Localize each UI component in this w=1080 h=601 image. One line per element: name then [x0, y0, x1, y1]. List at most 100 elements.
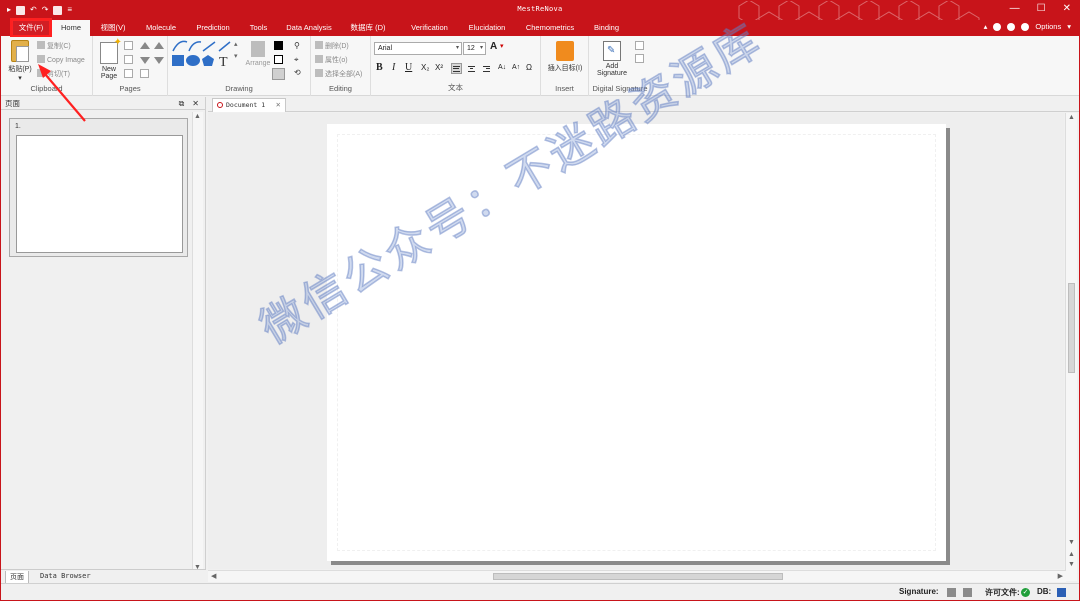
verify-signature-icon[interactable] [635, 41, 644, 50]
bold-button[interactable]: B [376, 62, 383, 73]
tab-database[interactable]: 数据库 (D) [345, 20, 391, 36]
cut-button[interactable]: 剪切(T) [37, 69, 70, 79]
doc-hscroll-thumb[interactable] [493, 573, 783, 580]
close-pane-icon[interactable]: ✕ [192, 97, 199, 110]
node-tool-icon[interactable]: ⚲ [294, 41, 303, 50]
tab-home[interactable]: Home [52, 20, 90, 36]
signature-settings-icon[interactable] [635, 54, 644, 63]
close-document-icon[interactable]: ✕ [276, 99, 281, 112]
connector-tool-icon[interactable]: ⌖ [294, 55, 303, 64]
rotate-tool-icon[interactable]: ⟲ [294, 68, 303, 77]
add-signature-button[interactable]: Add Signature [592, 41, 632, 77]
align-left-button[interactable] [451, 63, 462, 74]
maximize-button[interactable]: ☐ [1037, 3, 1046, 14]
copy-image-button[interactable]: Copy Image [37, 55, 85, 64]
new-page-button[interactable]: New Page [97, 37, 122, 80]
ellipse-shape[interactable] [186, 55, 200, 66]
minimize-button[interactable]: — [1010, 3, 1020, 14]
text-shape[interactable]: T [219, 55, 228, 69]
doc-vscroll-thumb[interactable] [1068, 283, 1075, 373]
grow-font-button[interactable]: A [490, 41, 497, 52]
curve-shape[interactable] [188, 41, 202, 52]
line-shape[interactable] [202, 41, 216, 52]
collapse-ribbon-icon[interactable]: ▴ [984, 22, 988, 31]
arrange-button[interactable]: Arrange [243, 41, 273, 67]
shrink-text-button[interactable]: A↓ [498, 64, 506, 71]
tab-prediction[interactable]: Prediction [192, 20, 234, 36]
page-print-icon[interactable] [140, 69, 149, 78]
insert-target-button[interactable]: 插入目标(I) [543, 41, 587, 73]
doc-page-down-icon[interactable]: ▼ [1068, 561, 1075, 568]
rectangle-shape[interactable] [172, 55, 184, 66]
doc-scroll-left-icon[interactable]: ◀ [211, 572, 216, 580]
scroll-up-icon[interactable]: ▲ [194, 113, 201, 120]
document-page[interactable] [327, 124, 946, 561]
tab-verification[interactable]: Verification [406, 20, 453, 36]
float-pane-icon[interactable]: ⧉ [179, 97, 185, 110]
arrow-shape[interactable] [218, 41, 231, 52]
info-icon[interactable] [993, 22, 1002, 31]
tab-data-analysis[interactable]: Data Analysis [284, 20, 334, 36]
shapes-gallery[interactable]: T [171, 39, 233, 69]
grow-text-button[interactable]: A↑ [512, 64, 520, 71]
page-bottom-icon[interactable] [154, 57, 164, 64]
page-thumbnail[interactable]: 1. [9, 118, 188, 257]
tab-binding[interactable]: Binding [589, 20, 624, 36]
doc-page-up-icon[interactable]: ▲ [1068, 551, 1075, 558]
group-insert: 插入目标(I) Insert [541, 36, 589, 96]
close-button[interactable]: ✕ [1063, 3, 1071, 14]
account-icon[interactable] [1021, 22, 1030, 31]
select-all-button[interactable]: 选择全部(A) [315, 69, 362, 79]
superscript-button[interactable]: X² [435, 63, 443, 72]
tab-chemometrics[interactable]: Chemometrics [521, 20, 579, 36]
pages-pane-scrollbar[interactable]: ▲ ▼ [192, 112, 203, 572]
select-tool-icon[interactable] [272, 68, 285, 80]
symbol-button[interactable]: Ω [526, 63, 532, 72]
options-caret-icon[interactable]: ▾ [1067, 22, 1071, 31]
signature-lock-icon[interactable] [963, 588, 972, 597]
page-top-icon[interactable] [154, 42, 164, 49]
delete-button[interactable]: 删除(D) [315, 41, 349, 51]
pentagon-shape[interactable] [202, 55, 214, 66]
page-up-icon[interactable] [140, 42, 150, 49]
tab-elucidation[interactable]: Elucidation [464, 20, 510, 36]
shapes-scroll-icon[interactable]: ▴ [234, 40, 238, 48]
page-layout-icon[interactable] [124, 41, 133, 50]
doc-scroll-up-icon[interactable]: ▲ [1068, 114, 1075, 121]
page-thumbnail-image[interactable] [16, 135, 183, 253]
document-tab[interactable]: Document 1 ✕ [212, 98, 286, 112]
doc-scroll-right-icon[interactable]: ▶ [1058, 572, 1063, 580]
align-center-button[interactable] [466, 63, 477, 74]
italic-button[interactable]: I [392, 62, 395, 73]
document-canvas[interactable] [208, 113, 1064, 569]
db-status-icon[interactable] [1057, 588, 1066, 597]
page-fit-icon[interactable] [124, 55, 133, 64]
shapes-more-icon[interactable]: ▾ [234, 52, 238, 60]
copy-button[interactable]: 复制(C) [37, 41, 71, 51]
paste-dropdown-icon[interactable]: ▾ [7, 74, 33, 82]
tab-file[interactable]: 文件(F) [11, 19, 51, 37]
page-grid-icon[interactable] [124, 69, 133, 78]
font-color-icon[interactable]: ▾ [500, 42, 504, 50]
doc-scroll-down-icon[interactable]: ▼ [1068, 539, 1075, 546]
align-right-button[interactable] [481, 63, 492, 74]
document-vertical-scrollbar[interactable]: ▲ ▼ ▲ ▼ [1065, 113, 1077, 581]
help-icon[interactable] [1007, 22, 1016, 31]
curve-arrow-shape[interactable] [172, 40, 188, 52]
tab-view[interactable]: 视图(V) [96, 20, 130, 36]
tab-molecule[interactable]: Molecule [141, 20, 181, 36]
pane-tab-data-browser[interactable]: Data Browser [36, 571, 95, 581]
paste-button[interactable]: 粘贴(P) ▾ [7, 40, 33, 82]
line-color-icon[interactable] [274, 55, 283, 64]
subscript-button[interactable]: X₂ [421, 63, 429, 72]
tab-tools[interactable]: Tools [245, 20, 272, 36]
page-down-icon[interactable] [140, 57, 150, 64]
options-button[interactable]: Options [1035, 22, 1061, 31]
properties-button[interactable]: 属性(o) [315, 55, 348, 65]
fill-color-icon[interactable] [274, 41, 283, 50]
font-size-select[interactable]: 12 ▾ [463, 42, 486, 55]
signature-status-icon[interactable] [947, 588, 956, 597]
underline-button[interactable]: U [405, 62, 412, 73]
document-horizontal-scrollbar[interactable]: ◀ ▶ [208, 570, 1066, 582]
font-family-select[interactable]: Arial ▾ [374, 42, 462, 55]
